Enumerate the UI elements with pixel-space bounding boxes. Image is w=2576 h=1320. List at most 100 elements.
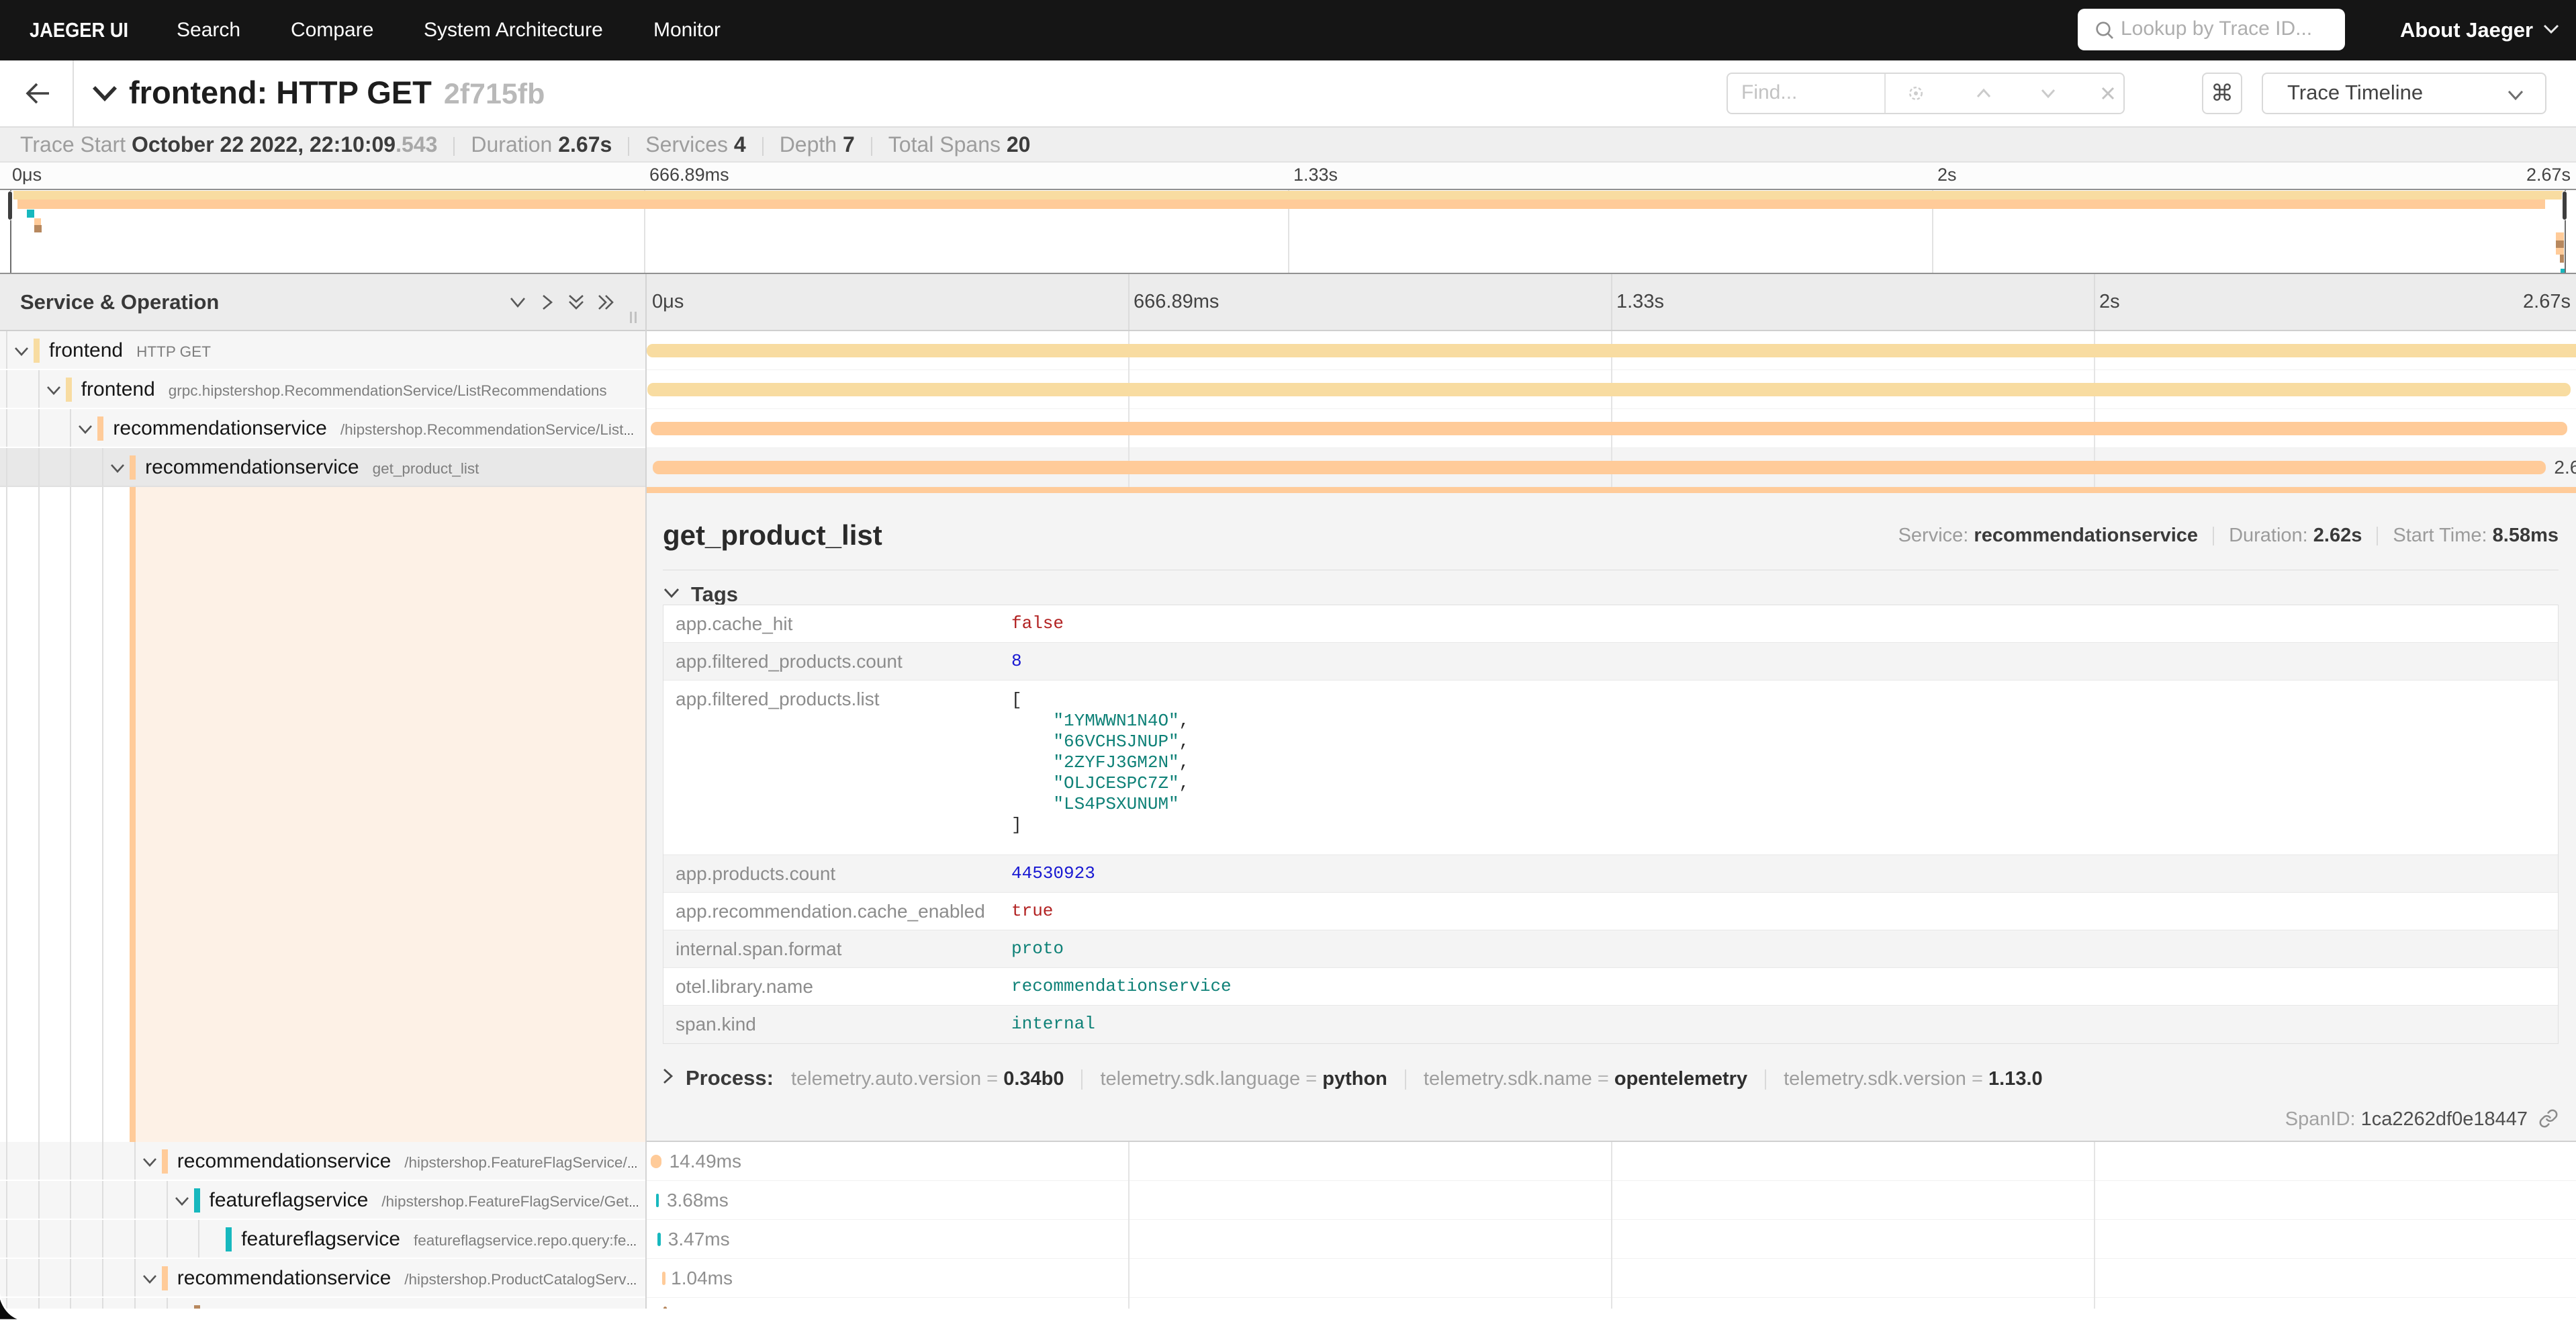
span-bar[interactable] [647,344,2576,357]
tag-value: 8 [1011,643,1022,680]
collapse-trace-chevron-icon[interactable] [91,85,118,102]
span-row[interactable]: recommendationservice/hipstershop.Recomm… [0,409,2576,448]
chevron-down-icon[interactable] [142,1274,158,1284]
detail-name-column [0,487,645,1142]
span-bar[interactable] [651,1155,661,1168]
span-name-cell[interactable]: frontendgrpc.hipstershop.RecommendationS… [0,370,645,409]
span-bar[interactable] [647,383,2570,396]
span-duration-label: 3.68ms [667,1181,729,1220]
span-name-cell[interactable]: recommendationservice/hipstershop.Featur… [0,1142,645,1181]
collapse-all-icon[interactable] [567,294,585,311]
nav-item-search[interactable]: Search [177,0,240,60]
indent-guide [167,1220,168,1258]
json-string: "LS4PSXUNUM" [1053,794,1179,814]
tag-value: 44530923 [1011,855,1095,892]
chevron-down-icon[interactable] [77,425,93,434]
span-name-cell[interactable]: recommendationservice/hipstershop.Produc… [0,1259,645,1298]
span-row[interactable]: featureflagservicefeatureflagservice.rep… [0,1220,2576,1259]
span-name-cell[interactable]: featureflagservice/hipstershop.FeatureFl… [0,1181,645,1220]
collapse-one-icon[interactable] [509,294,526,311]
back-button[interactable] [0,60,74,126]
clear-find-icon[interactable] [2098,83,2118,103]
chevron-down-icon[interactable] [13,347,30,356]
about-jaeger-menu[interactable]: About Jaeger [2400,0,2560,60]
operation-name: /hipstershop.ProductCatalogService/ListP… [404,1271,640,1288]
json-string: "66VCHSJNUP" [1053,732,1179,752]
span-bar[interactable] [657,1233,661,1246]
span-row[interactable]: recommendationservice/hipstershop.Featur… [0,1142,2576,1181]
app-logo[interactable]: JAEGER UI [30,0,128,60]
detail-accent-strip [647,487,2576,493]
span-name-cell[interactable]: recommendationserviceget_product_list [0,448,645,487]
minimap-span-block [34,218,41,225]
tag-row[interactable]: app.products.count44530923 [663,855,2558,893]
expand-one-icon[interactable] [539,294,556,311]
tag-key: internal.span.format [676,930,841,968]
nav-item-system-architecture[interactable]: System Architecture [424,0,603,60]
tag-row[interactable]: span.kindinternal [663,1006,2558,1043]
nav-item-monitor[interactable]: Monitor [653,0,721,60]
minimap-scrubber-left[interactable] [7,191,13,220]
tag-row[interactable]: app.filtered_products.list[ "1YMWWN1N4O"… [663,680,2558,855]
tag-row[interactable]: internal.span.formatproto [663,930,2558,968]
find-input[interactable]: Find... [1727,73,2125,114]
detail-start-time-label: Start Time: [2393,525,2492,546]
chevron-down-icon[interactable] [174,1196,190,1206]
span-bar[interactable] [653,461,2546,474]
expand-all-icon[interactable] [596,294,615,311]
span-name-cell[interactable] [0,1298,645,1309]
column-resizer-grip[interactable] [630,312,641,323]
json-bracket: [ [1011,690,1022,710]
span-bar[interactable] [656,1194,659,1207]
chevron-down-icon[interactable] [109,464,126,473]
span-row[interactable] [0,1298,2576,1309]
trace-minimap[interactable] [0,189,2576,274]
indent-guide [102,1181,103,1219]
tag-key: app.recommendation.cache_enabled [676,893,985,930]
indent-guide [70,487,71,1142]
detail-panel: get_product_list Service: recommendation… [647,487,2576,1142]
indent-guide [38,1298,40,1309]
detail-service: recommendationservice [1974,525,2198,546]
tag-row[interactable]: app.recommendation.cache_enabledtrue [663,893,2558,930]
span-row[interactable]: recommendationservice/hipstershop.Produc… [0,1259,2576,1298]
span-name-cell[interactable]: recommendationservice/hipstershop.Recomm… [0,409,645,448]
span-bar[interactable] [662,1272,665,1285]
span-id-label: SpanID: [2285,1108,2361,1130]
minimap-tick-label: 0μs [12,163,42,189]
service-color-strip [34,339,40,363]
chevron-down-icon[interactable] [142,1157,158,1167]
prev-result-icon[interactable] [1974,83,1994,103]
tags-section-toggle[interactable]: Tags [663,581,738,608]
process-equals: = [1592,1068,1614,1090]
next-result-icon[interactable] [2038,83,2058,103]
tag-row[interactable]: otel.library.namerecommendationservice [663,968,2558,1006]
process-value: opentelemetry [1614,1068,1747,1090]
nav-item-compare[interactable]: Compare [291,0,373,60]
span-name-cell[interactable]: frontendHTTP GET [0,331,645,370]
chevron-down-icon[interactable] [46,386,62,395]
span-name-cell[interactable]: featureflagservicefeatureflagservice.rep… [0,1220,645,1259]
span-bar[interactable] [651,422,2567,435]
trace-view-selector[interactable]: Trace Timeline [2262,73,2546,114]
indent-guide [70,1298,71,1309]
process-separator [1405,1069,1406,1090]
tag-row[interactable]: app.cache_hitfalse [663,605,2558,643]
tag-row[interactable]: app.filtered_products.count8 [663,643,2558,680]
link-icon[interactable] [2538,1108,2559,1129]
minimap-scrubber-right[interactable] [2562,191,2567,220]
span-row[interactable]: featureflagservice/hipstershop.FeatureFl… [0,1181,2576,1220]
span-row[interactable]: frontendHTTP GET [0,331,2576,370]
detail-name-fill[interactable] [136,487,645,1142]
process-value: python [1322,1068,1387,1090]
indent-guide [6,448,7,486]
process-label: Process: [686,1066,774,1090]
keyboard-shortcuts-button[interactable]: ⌘ [2202,73,2242,114]
locate-icon[interactable] [1906,83,1926,103]
column-divider[interactable] [645,274,647,1309]
indent-guide [102,448,103,486]
trace-id-search-box[interactable]: Lookup by Trace ID... [2078,9,2345,50]
span-row[interactable]: frontendgrpc.hipstershop.RecommendationS… [0,370,2576,409]
process-section-toggle[interactable]: Process:telemetry.auto.version = 0.34b0t… [663,1063,2043,1093]
span-row[interactable]: recommendationserviceget_product_list2.6… [0,448,2576,487]
